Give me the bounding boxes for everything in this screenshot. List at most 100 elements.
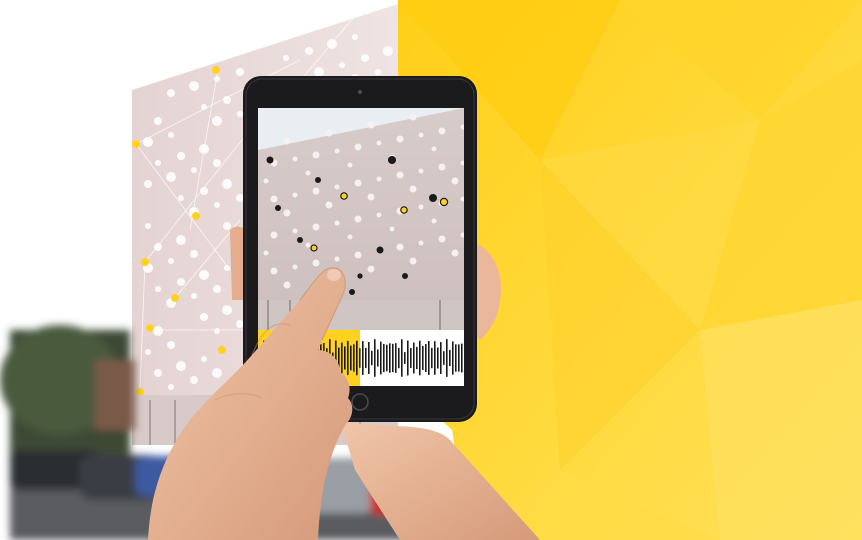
- facade-hole: [178, 195, 184, 201]
- composite-illustration: [0, 0, 862, 540]
- screen-facade-hole: [354, 143, 362, 151]
- screen-facade-hole: [376, 212, 382, 218]
- facade-hole: [190, 376, 198, 384]
- facade-hole: [352, 34, 358, 40]
- screen-facade-hole: [396, 135, 404, 143]
- screen-facade-hole: [438, 163, 446, 171]
- facade-hole: [190, 250, 198, 258]
- waveform-bar: [380, 341, 382, 375]
- waveform-bar: [347, 340, 349, 376]
- waveform-bar: [440, 342, 442, 374]
- facade-hole: [236, 194, 244, 202]
- facade-hole: [222, 179, 232, 189]
- facade-hole: [199, 270, 209, 280]
- screen-facade-hole: [431, 218, 437, 224]
- waveform-bar: [383, 343, 385, 373]
- waveform-bar: [377, 349, 379, 367]
- facade-hole: [213, 159, 221, 167]
- screen-facade-hole: [312, 151, 320, 159]
- waveform-bar: [416, 346, 418, 370]
- screen-facade-hole: [367, 121, 375, 129]
- screen-facade-hole: [409, 257, 417, 265]
- screen-facade-hole: [325, 201, 333, 209]
- screen-facade-hole: [312, 223, 320, 231]
- screen-facade-hole: [283, 209, 291, 217]
- waveform-bar: [386, 344, 388, 372]
- facade-hole: [236, 320, 244, 328]
- screen-facade-hole: [409, 185, 417, 193]
- facade-hole: [143, 137, 153, 147]
- facade-hole: [166, 172, 176, 182]
- screen-facade-hole: [334, 184, 340, 190]
- screen-facade-hole: [354, 251, 362, 259]
- screen-facade-hole: [367, 193, 375, 201]
- waveform-bar: [341, 342, 343, 374]
- screen-facade-hole: [451, 249, 459, 257]
- screen-facade-hole: [292, 192, 298, 198]
- facade-hole: [189, 81, 199, 91]
- waveform-bar: [458, 344, 460, 372]
- waveform-bar: [419, 340, 421, 376]
- screen-facade-hole: [334, 256, 340, 262]
- screen-facade-hole: [409, 113, 417, 121]
- waveform-bar: [443, 351, 445, 365]
- waveform-bar: [404, 352, 406, 364]
- facade-hole: [168, 258, 174, 264]
- facade-hole: [222, 305, 232, 315]
- facade-hole: [167, 89, 175, 97]
- facade-hole: [154, 369, 162, 377]
- waveform-bar: [356, 340, 358, 376]
- facade-hole: [200, 313, 208, 321]
- screen-facade-hole: [312, 259, 320, 267]
- facade-hole: [153, 326, 163, 336]
- facade-hole: [214, 328, 220, 334]
- waveform-bar: [359, 348, 361, 368]
- screen-facade-hole: [312, 187, 320, 195]
- facade-hole: [168, 384, 174, 390]
- facade-hole: [177, 278, 185, 286]
- facade-hole: [339, 62, 345, 68]
- screen-facade-hole: [325, 129, 333, 137]
- facade-hole: [191, 293, 197, 299]
- waveform-bar: [455, 344, 457, 372]
- screen-facade-hole: [418, 204, 424, 210]
- waveform-bar: [431, 347, 433, 369]
- waveform-bar: [449, 349, 451, 367]
- screen-facade-hole: [396, 171, 404, 179]
- camera-icon: [357, 89, 363, 95]
- waveform-bar: [452, 341, 454, 375]
- facade-hole: [154, 117, 162, 125]
- facade-hole: [167, 341, 175, 349]
- facade-hole: [177, 152, 185, 160]
- screen-facade-hole: [263, 178, 269, 184]
- facade-hole: [283, 55, 289, 61]
- screen-facade-hole: [292, 264, 298, 270]
- screen-facade-hole: [292, 228, 298, 234]
- facade-hole: [314, 67, 324, 77]
- waveform-bar: [446, 339, 448, 377]
- facade-hole: [375, 69, 381, 75]
- waveform-bar: [344, 346, 346, 370]
- waveform-bar: [365, 347, 367, 369]
- waveform-bar: [413, 342, 415, 374]
- waveform-bar: [353, 344, 355, 372]
- waveform-bar: [362, 341, 364, 375]
- screen-facade-hole: [418, 240, 424, 246]
- screen-facade-hole: [451, 177, 459, 185]
- screen-facade-hole: [347, 234, 353, 240]
- screen-facade-hole: [270, 267, 278, 275]
- facade-hole: [223, 222, 231, 230]
- facade-hole: [361, 54, 369, 62]
- screen-facade-hole: [305, 242, 311, 248]
- screen-facade-hole: [418, 132, 424, 138]
- facade-hole: [155, 160, 161, 166]
- screen-facade-hole: [354, 215, 362, 223]
- facade-hole: [191, 167, 197, 173]
- screen-facade-hole: [263, 250, 269, 256]
- waveform-bar: [410, 348, 412, 368]
- waveform-bar: [392, 343, 394, 373]
- screen-facade-hole: [270, 195, 278, 203]
- screen-facade-hole: [396, 243, 404, 251]
- facade-hole: [383, 46, 393, 56]
- waveform-bar: [374, 339, 376, 377]
